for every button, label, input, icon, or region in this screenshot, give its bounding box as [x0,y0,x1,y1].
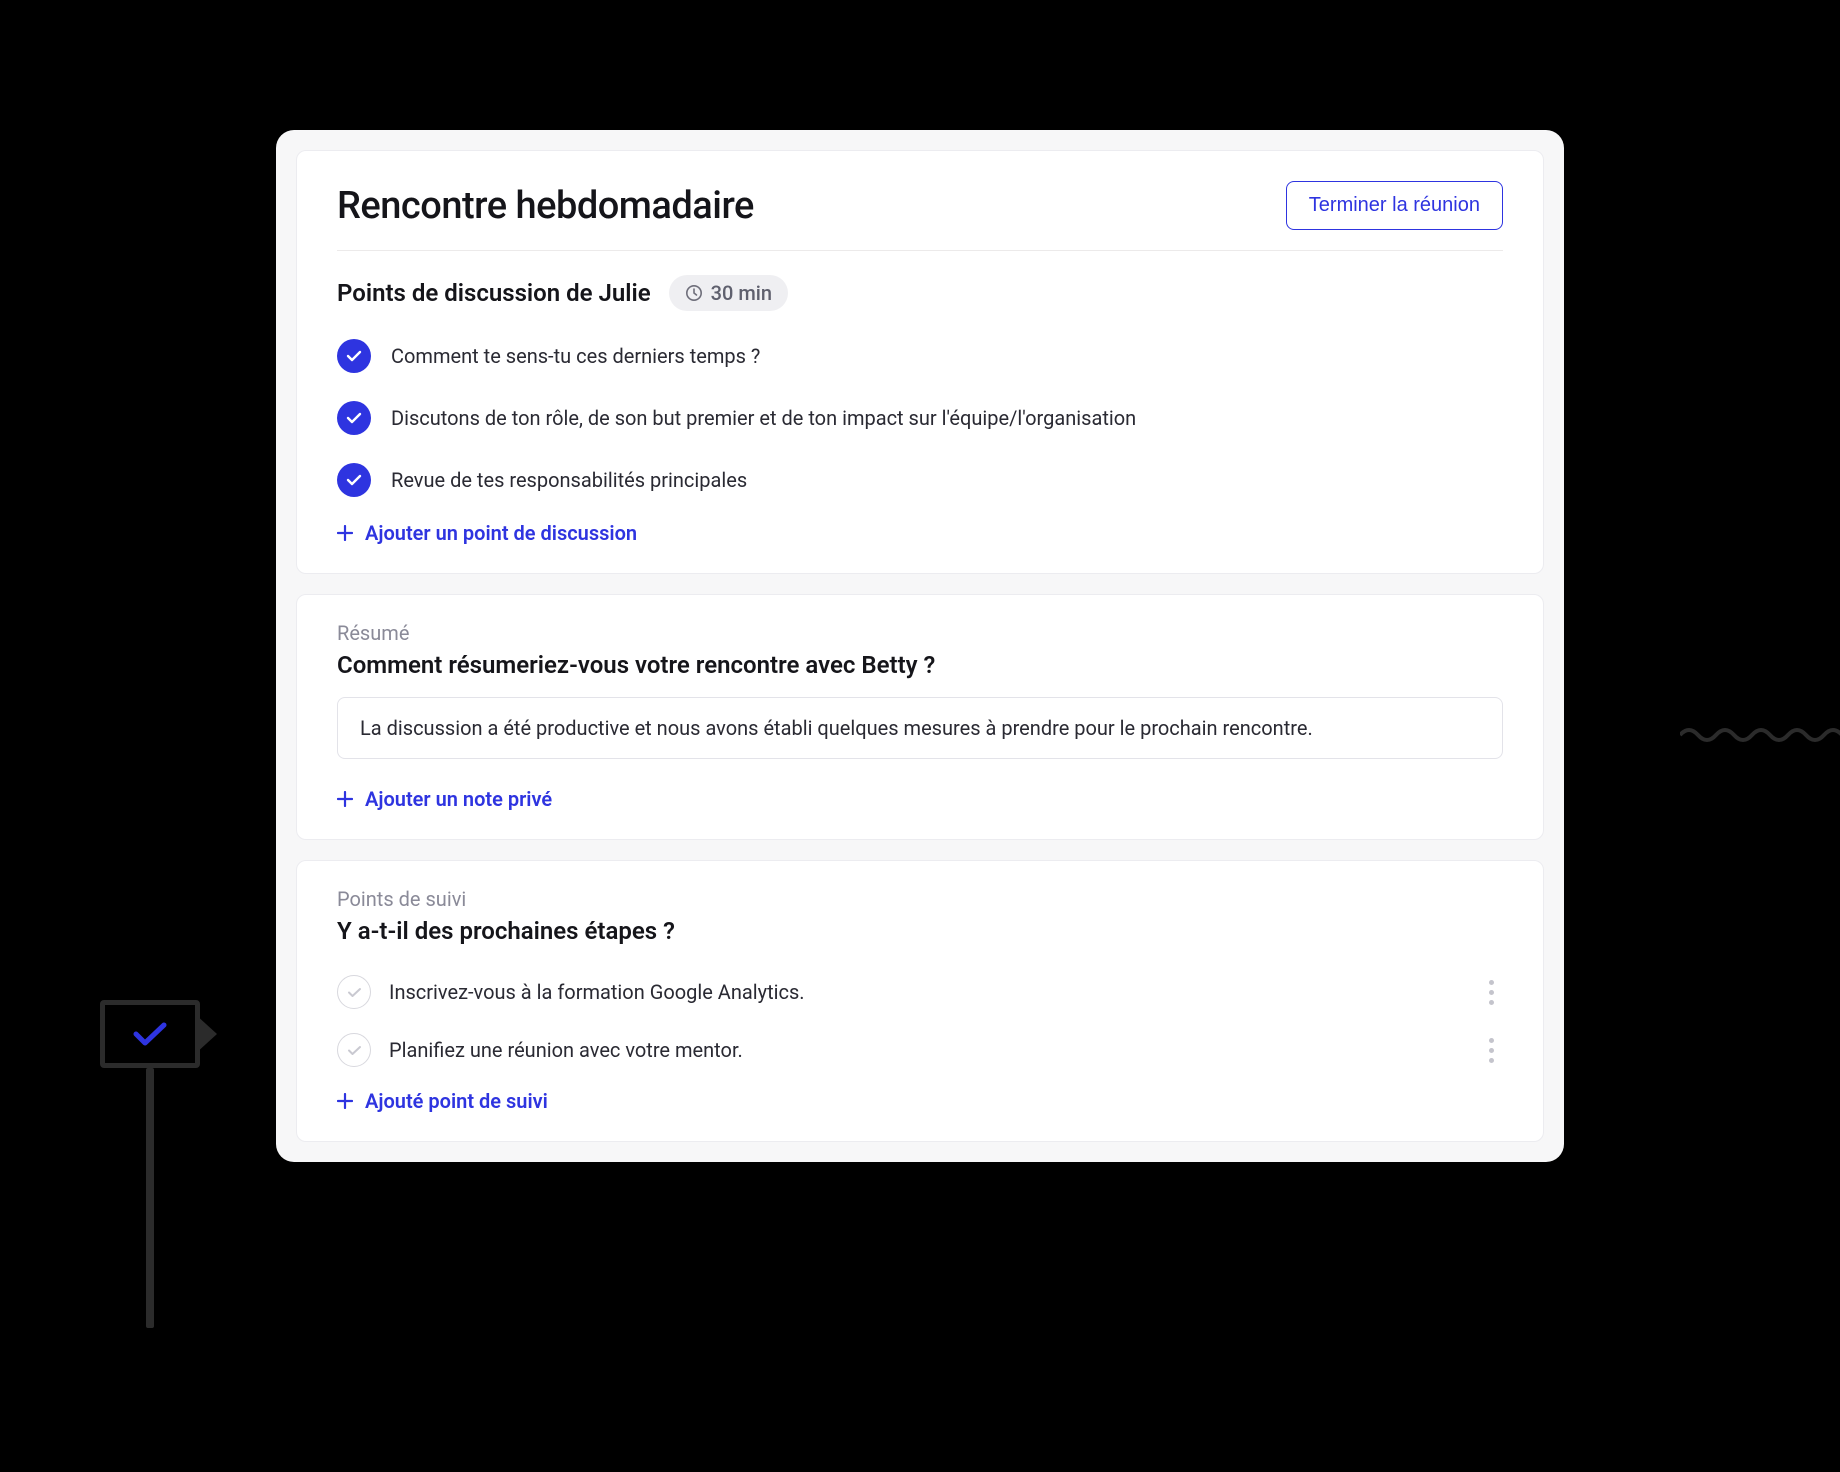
unchecked-icon[interactable] [337,975,371,1009]
followup-item: Inscrivez-vous à la formation Google Ana… [337,963,1503,1021]
checked-icon[interactable] [337,463,371,497]
checked-icon[interactable] [337,401,371,435]
talking-point: Discutons de ton rôle, de son but premie… [337,387,1503,449]
panel-header: Rencontre hebdomadaire Terminer la réuni… [297,151,1543,250]
end-meeting-button[interactable]: Terminer la réunion [1286,181,1503,230]
add-private-note-label: Ajouter un note privé [365,787,552,811]
plus-icon [337,1093,353,1109]
talking-point: Comment te sens-tu ces derniers temps ? [337,325,1503,387]
followup-text: Planifiez une réunion avec votre mentor. [389,1038,1461,1062]
meeting-card: Rencontre hebdomadaire Terminer la réuni… [276,130,1564,1162]
page-title: Rencontre hebdomadaire [337,184,754,228]
add-discussion-point-button[interactable]: Ajouter un point de discussion [337,521,637,545]
sign-pole [146,1068,154,1328]
add-followup-label: Ajouté point de suivi [365,1089,548,1113]
followup-text: Inscrivez-vous à la formation Google Ana… [389,980,1461,1004]
plus-icon [337,525,353,541]
more-menu-button[interactable] [1479,980,1503,1005]
check-icon [133,1021,167,1047]
add-private-note-button[interactable]: Ajouter un note privé [337,787,552,811]
decorative-signpost [100,1000,200,1328]
checked-icon[interactable] [337,339,371,373]
summary-input[interactable]: La discussion a été productive et nous a… [337,697,1503,759]
summary-prompt: Comment résumeriez-vous votre rencontre … [337,651,1503,679]
summary-label: Résumé [337,621,1503,645]
talking-point-text: Comment te sens-tu ces derniers temps ? [391,344,760,368]
decorative-squiggle [1680,725,1840,745]
followup-item: Planifiez une réunion avec votre mentor. [337,1021,1503,1079]
unchecked-icon[interactable] [337,1033,371,1067]
add-followup-button[interactable]: Ajouté point de suivi [337,1089,548,1113]
talking-point-text: Revue de tes responsabilités principales [391,468,747,492]
discussion-title: Points de discussion de Julie [337,279,651,307]
discussion-section: Points de discussion de Julie 30 min Com… [297,251,1543,573]
summary-panel: Résumé Comment résumeriez-vous votre ren… [296,594,1544,840]
add-discussion-label: Ajouter un point de discussion [365,521,637,545]
plus-icon [337,791,353,807]
followups-panel: Points de suivi Y a-t-il des prochaines … [296,860,1544,1142]
duration-label: 30 min [711,281,772,305]
duration-pill: 30 min [669,275,788,311]
talking-point: Revue de tes responsabilités principales [337,449,1503,511]
followups-prompt: Y a-t-il des prochaines étapes ? [337,917,1503,945]
followups-label: Points de suivi [337,887,1503,911]
sign-flag [100,1000,200,1068]
clock-icon [685,284,703,302]
discussion-panel: Rencontre hebdomadaire Terminer la réuni… [296,150,1544,574]
more-menu-button[interactable] [1479,1038,1503,1063]
talking-point-text: Discutons de ton rôle, de son but premie… [391,406,1136,430]
